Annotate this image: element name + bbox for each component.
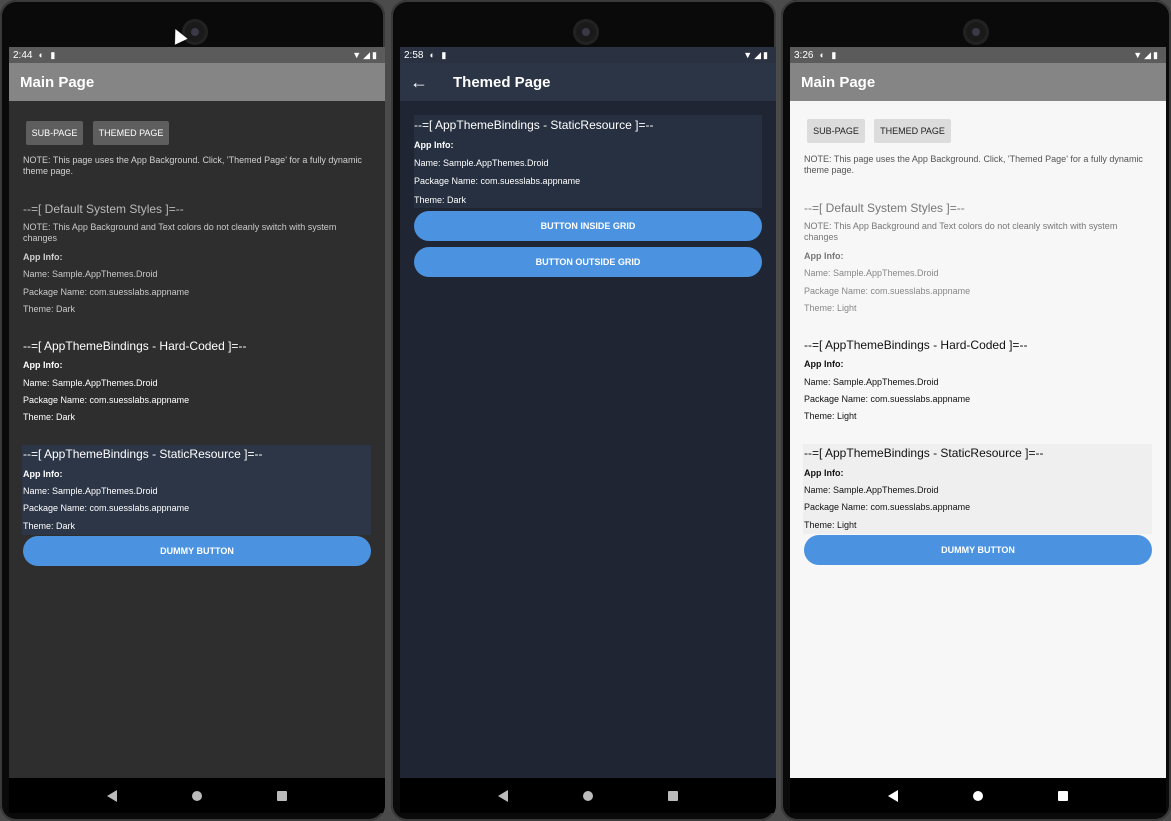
page-content: SUB-PAGE THEMED PAGE NOTE: This page use…	[790, 101, 1166, 778]
default-name: Name: Sample.AppThemes.Droid	[804, 268, 939, 278]
static-resource-heading: --=[ AppThemeBindings - StaticResource ]…	[23, 447, 263, 461]
static-resource-heading: --=[ AppThemeBindings - StaticResource ]…	[414, 118, 654, 132]
default-styles-note: NOTE: This App Background and Text color…	[804, 221, 1118, 242]
status-bar: 2:58 ◐ ▮ ▼◢▮	[400, 47, 776, 63]
notification-icons: ◐ ▮	[38, 49, 58, 60]
dummy-button[interactable]: DUMMY BUTTON	[804, 535, 1152, 565]
hard-package: Package Name: com.suesslabs.appname	[804, 394, 971, 404]
static-theme: Theme: Dark	[414, 195, 467, 205]
app-bar: ← Themed Page	[400, 63, 776, 101]
page-content: --=[ AppThemeBindings - StaticResource ]…	[400, 101, 776, 778]
button-outside-grid[interactable]: BUTTON OUTSIDE GRID	[414, 247, 762, 277]
default-app-info-label: App Info:	[23, 252, 63, 262]
dummy-button[interactable]: DUMMY BUTTON	[23, 536, 371, 566]
nav-bar	[9, 778, 385, 813]
nav-bar	[790, 778, 1166, 813]
static-name: Name: Sample.AppThemes.Droid	[804, 485, 939, 495]
hard-package: Package Name: com.suesslabs.appname	[23, 395, 190, 405]
static-theme: Theme: Dark	[23, 521, 76, 531]
status-bar: 3:26 ◐ ▮ ▼◢▮	[790, 47, 1166, 63]
app-bar: Main Page	[9, 63, 385, 101]
nav-bar	[400, 778, 776, 813]
static-name: Name: Sample.AppThemes.Droid	[23, 486, 158, 496]
page-note: NOTE: This page uses the App Background.…	[804, 154, 1143, 175]
camera-icon	[963, 19, 989, 45]
notification-icons: ◐ ▮	[429, 49, 449, 60]
static-package: Package Name: com.suesslabs.appname	[804, 502, 971, 512]
sub-page-button[interactable]: SUB-PAGE	[26, 121, 83, 145]
nav-recent-icon[interactable]	[1058, 790, 1069, 801]
default-theme: Theme: Light	[804, 303, 857, 313]
phone-themed: 2:58 ◐ ▮ ▼◢▮ ← Themed Page --=[ AppTheme…	[391, 0, 776, 821]
status-time: 2:44	[13, 49, 33, 61]
page-title: Themed Page	[453, 73, 551, 91]
themed-page-button[interactable]: THEMED PAGE	[874, 119, 951, 143]
hard-coded-heading: --=[ AppThemeBindings - Hard-Coded ]=--	[23, 339, 247, 353]
hard-app-info-label: App Info:	[23, 360, 63, 370]
signal-battery-icons: ▼◢▮	[352, 49, 379, 60]
static-app-info-label: App Info:	[23, 469, 63, 479]
nav-recent-icon[interactable]	[277, 790, 288, 801]
nav-back-icon[interactable]	[106, 789, 117, 802]
default-theme: Theme: Dark	[23, 304, 76, 314]
page-title: Main Page	[801, 73, 876, 91]
hard-app-info-label: App Info:	[804, 359, 844, 369]
app-bar: Main Page	[790, 63, 1166, 101]
camera-icon	[573, 19, 599, 45]
static-app-info-label: App Info:	[414, 140, 454, 150]
status-time: 3:26	[794, 49, 814, 61]
default-styles-note: NOTE: This App Background and Text color…	[23, 222, 337, 243]
static-resource-heading: --=[ AppThemeBindings - StaticResource ]…	[804, 446, 1044, 460]
static-app-info-label: App Info:	[804, 468, 844, 478]
nav-back-icon[interactable]	[887, 789, 898, 802]
nav-recent-icon[interactable]	[668, 790, 679, 801]
static-package: Package Name: com.suesslabs.appname	[23, 503, 190, 513]
default-app-info-label: App Info:	[804, 251, 844, 261]
page-title: Main Page	[20, 73, 95, 91]
notification-icons: ◐ ▮	[819, 49, 839, 60]
status-bar: 2:44 ◐ ▮ ▼◢▮	[9, 47, 385, 63]
nav-home-icon[interactable]	[582, 790, 593, 801]
hard-name: Name: Sample.AppThemes.Droid	[804, 377, 939, 387]
themed-page-button[interactable]: THEMED PAGE	[93, 121, 169, 145]
button-inside-grid[interactable]: BUTTON INSIDE GRID	[414, 211, 762, 241]
default-styles-heading: --=[ Default System Styles ]=--	[23, 202, 184, 216]
hard-name: Name: Sample.AppThemes.Droid	[23, 378, 158, 388]
back-arrow-icon[interactable]: ←	[410, 72, 432, 93]
default-styles-heading: --=[ Default System Styles ]=--	[804, 201, 965, 215]
hard-theme: Theme: Dark	[23, 412, 76, 422]
static-name: Name: Sample.AppThemes.Droid	[414, 158, 549, 168]
nav-back-icon[interactable]	[497, 789, 508, 802]
default-package: Package Name: com.suesslabs.appname	[23, 287, 190, 297]
signal-battery-icons: ▼◢▮	[743, 49, 770, 60]
signal-battery-icons: ▼◢▮	[1133, 49, 1160, 60]
hard-coded-heading: --=[ AppThemeBindings - Hard-Coded ]=--	[804, 338, 1028, 352]
page-note: NOTE: This page uses the App Background.…	[23, 155, 362, 176]
nav-home-icon[interactable]	[191, 790, 202, 801]
static-package: Package Name: com.suesslabs.appname	[414, 176, 581, 186]
page-content: SUB-PAGE THEMED PAGE NOTE: This page use…	[9, 101, 385, 778]
status-time: 2:58	[404, 49, 424, 61]
default-name: Name: Sample.AppThemes.Droid	[23, 269, 158, 279]
hard-theme: Theme: Light	[804, 411, 857, 421]
default-package: Package Name: com.suesslabs.appname	[804, 286, 971, 296]
static-theme: Theme: Light	[804, 520, 857, 530]
phone-main-light: 3:26 ◐ ▮ ▼◢▮ Main Page SUB-PAGE THEMED P…	[781, 0, 1171, 821]
camera-icon	[182, 19, 208, 45]
nav-home-icon[interactable]	[972, 790, 983, 801]
phone-main-dark: 2:44 ◐ ▮ ▼◢▮ Main Page SUB-PAGE THEMED P…	[0, 0, 385, 821]
sub-page-button[interactable]: SUB-PAGE	[807, 119, 865, 143]
